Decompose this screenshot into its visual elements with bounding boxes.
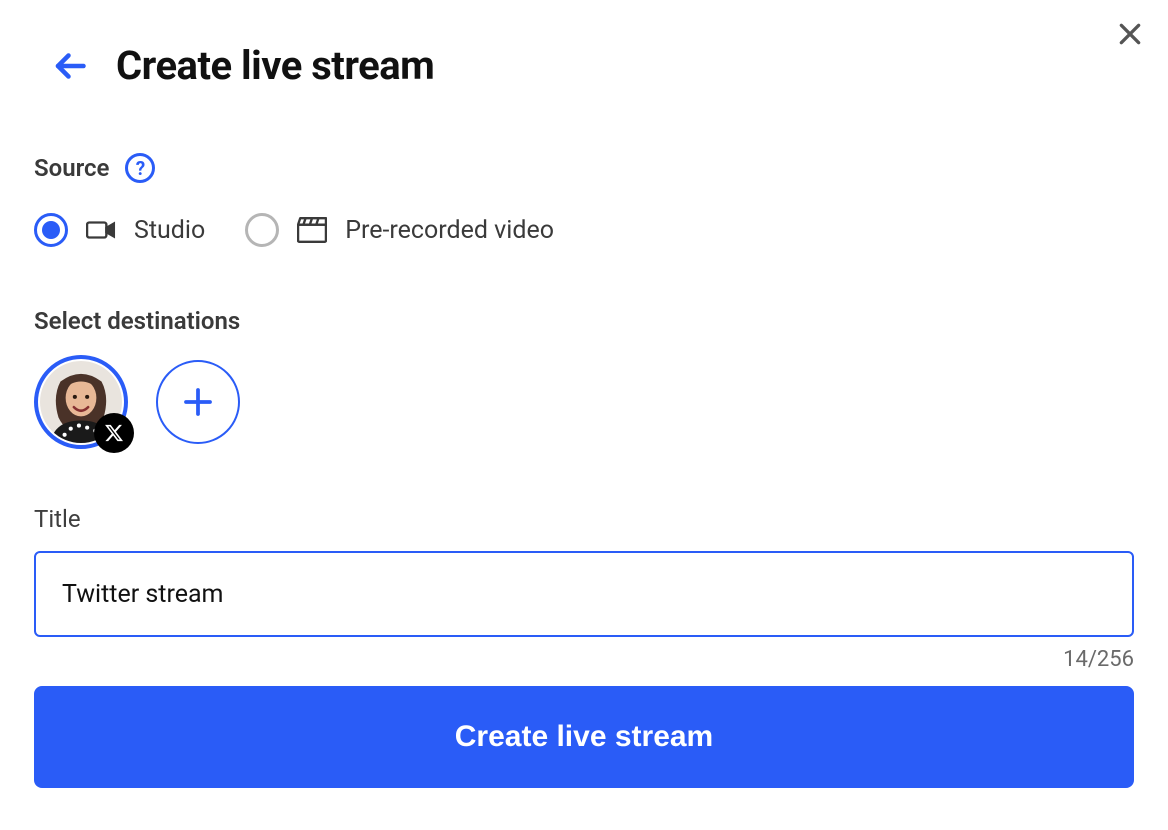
radio-option-prerecorded[interactable]: Pre-recorded video (245, 213, 554, 247)
close-icon (1117, 21, 1143, 47)
destinations-label: Select destinations (34, 307, 240, 335)
page-header: Create live stream (0, 0, 1168, 89)
x-logo-icon (104, 423, 124, 443)
platform-badge (94, 413, 134, 453)
source-label: Source (34, 154, 109, 182)
source-help-button[interactable]: ? (125, 153, 155, 183)
clapper-icon (297, 217, 327, 243)
source-section: Source ? Studio Pre-recorded video (34, 153, 1134, 247)
close-button[interactable] (1114, 18, 1146, 50)
character-counter: 14/256 (34, 647, 1134, 672)
page-title: Create live stream (116, 42, 434, 89)
radio-indicator (34, 213, 68, 247)
camera-icon (86, 219, 116, 241)
title-field-label: Title (34, 505, 1134, 533)
destinations-section: Select destinations (34, 307, 1134, 449)
radio-option-studio[interactable]: Studio (34, 213, 205, 247)
plus-icon (180, 384, 216, 420)
radio-indicator (245, 213, 279, 247)
question-icon: ? (136, 157, 145, 180)
back-button[interactable] (52, 48, 88, 84)
title-input[interactable] (34, 551, 1134, 637)
destination-item[interactable] (34, 355, 128, 449)
radio-label: Pre-recorded video (345, 216, 554, 245)
radio-label: Studio (134, 216, 205, 245)
arrow-left-icon (52, 48, 88, 84)
title-section: Title 14/256 (34, 505, 1134, 672)
add-destination-button[interactable] (156, 360, 240, 444)
create-live-stream-button[interactable]: Create live stream (34, 686, 1134, 788)
